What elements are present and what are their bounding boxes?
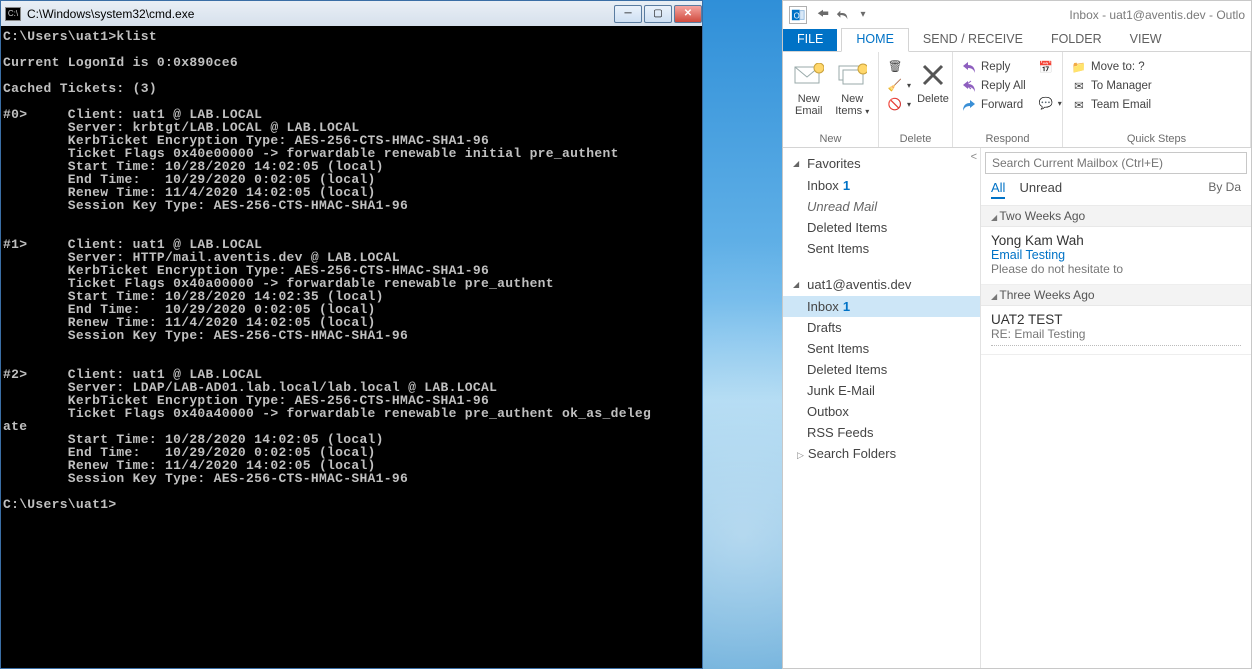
folder-pane: < Favorites Inbox1 Unread Mail Deleted I… (783, 148, 981, 668)
new-items-icon (836, 59, 868, 91)
filter-unread[interactable]: Unread (1019, 180, 1062, 199)
outlook-window-title: Inbox - uat1@aventis.dev - Outlo (873, 8, 1245, 22)
msg-from: Yong Kam Wah (991, 233, 1241, 248)
cmd-output[interactable]: C:\Users\uat1>klist Current LogonId is 0… (1, 26, 702, 515)
more-respond-button[interactable]: 💬▾ (1036, 94, 1064, 112)
nav-sent[interactable]: Sent Items (783, 338, 980, 359)
move-to-button[interactable]: 📁Move to: ? (1069, 58, 1244, 76)
cmd-icon: C:\ (5, 7, 21, 21)
tab-home[interactable]: HOME (841, 28, 909, 52)
msg-subject: Email Testing (991, 248, 1241, 262)
nav-deleted[interactable]: Deleted Items (783, 359, 980, 380)
nav-inbox[interactable]: Inbox1 (783, 296, 980, 317)
filter-row: All Unread By Da (981, 176, 1251, 206)
nav-drafts[interactable]: Drafts (783, 317, 980, 338)
junk-icon: 🚫 (887, 96, 903, 112)
maximize-button[interactable]: ▢ (644, 5, 672, 23)
reply-all-button[interactable]: Reply All (959, 77, 1028, 95)
message-list-pane: All Unread By Da Two Weeks Ago Yong Kam … (981, 148, 1251, 668)
qat-send-receive-icon[interactable] (813, 5, 833, 25)
nav-unread-mail[interactable]: Unread Mail (783, 196, 980, 217)
delete-icon (917, 59, 949, 91)
reply-icon (961, 59, 977, 75)
group-respond-label: Respond (959, 133, 1056, 147)
move-to-icon: 📁 (1071, 59, 1087, 75)
nav-rss[interactable]: RSS Feeds (783, 422, 980, 443)
date-group-two-weeks[interactable]: Two Weeks Ago (981, 206, 1251, 227)
delete-button[interactable]: Delete (917, 55, 949, 105)
reply-all-icon (961, 78, 977, 94)
ignore-button[interactable]: 🗑 (885, 57, 913, 75)
message-item[interactable]: UAT2 TEST RE: Email Testing (981, 306, 1251, 355)
more-icon: 💬 (1038, 95, 1054, 111)
filter-all[interactable]: All (991, 180, 1005, 199)
cmd-titlebar[interactable]: C:\ C:\Windows\system32\cmd.exe ─ ▢ ✕ (1, 1, 702, 26)
outlook-window: O ▾ Inbox - uat1@aventis.dev - Outlo FIL… (782, 0, 1252, 669)
favorites-header[interactable]: Favorites (783, 152, 980, 175)
nav-search-folders[interactable]: Search Folders (783, 443, 980, 464)
cmd-title: C:\Windows\system32\cmd.exe (27, 7, 612, 21)
group-new-label: New (789, 133, 872, 147)
cleanup-icon: 🧹 (887, 77, 903, 93)
date-group-three-weeks[interactable]: Three Weeks Ago (981, 285, 1251, 306)
msg-from: UAT2 TEST (991, 312, 1241, 327)
nav-junk[interactable]: Junk E-Mail (783, 380, 980, 401)
outlook-titlebar[interactable]: O ▾ Inbox - uat1@aventis.dev - Outlo (783, 1, 1251, 28)
qat-customize-icon[interactable]: ▾ (853, 5, 873, 25)
team-email-icon: ✉ (1071, 97, 1087, 113)
ignore-icon: 🗑 (887, 58, 903, 74)
close-button[interactable]: ✕ (674, 5, 702, 23)
desktop-background (703, 0, 782, 669)
forward-button[interactable]: Forward (959, 96, 1028, 114)
ribbon: New Email New Items ▾ New 🗑 🧹▾ 🚫▾ Delete (783, 52, 1251, 148)
ribbon-tabs: FILE HOME SEND / RECEIVE FOLDER VIEW (783, 28, 1251, 52)
svg-text:O: O (794, 11, 800, 20)
tab-file[interactable]: FILE (783, 29, 837, 51)
junk-button[interactable]: 🚫▾ (885, 95, 913, 113)
tab-folder[interactable]: FOLDER (1037, 29, 1116, 51)
group-delete-label: Delete (885, 133, 946, 147)
forward-icon (961, 97, 977, 113)
tab-send-receive[interactable]: SEND / RECEIVE (909, 29, 1037, 51)
group-quick-steps-label: Quick Steps (1069, 133, 1244, 147)
to-manager-icon: ✉ (1071, 78, 1087, 94)
cleanup-button[interactable]: 🧹▾ (885, 76, 913, 94)
team-email-button[interactable]: ✉Team Email (1069, 96, 1244, 114)
msg-preview: Please do not hesitate to (991, 262, 1241, 276)
nav-fav-deleted[interactable]: Deleted Items (783, 217, 980, 238)
message-item[interactable]: Yong Kam Wah Email Testing Please do not… (981, 227, 1251, 285)
nav-outbox[interactable]: Outbox (783, 401, 980, 422)
account-header[interactable]: uat1@aventis.dev (783, 273, 980, 296)
outlook-icon: O (789, 6, 807, 24)
meeting-icon: 📅 (1038, 59, 1054, 75)
search-input[interactable] (985, 152, 1247, 174)
reply-button[interactable]: Reply (959, 58, 1028, 76)
qat-undo-icon[interactable] (833, 5, 853, 25)
nav-fav-inbox[interactable]: Inbox1 (783, 175, 980, 196)
tab-view[interactable]: VIEW (1116, 29, 1176, 51)
new-items-button[interactable]: New Items ▾ (833, 55, 873, 118)
new-email-icon (793, 59, 825, 91)
minimize-button[interactable]: ─ (614, 5, 642, 23)
nav-fav-sent[interactable]: Sent Items (783, 238, 980, 259)
meeting-button[interactable]: 📅 (1036, 58, 1064, 76)
divider (991, 345, 1241, 346)
cmd-window: C:\ C:\Windows\system32\cmd.exe ─ ▢ ✕ C:… (0, 0, 703, 669)
to-manager-button[interactable]: ✉To Manager (1069, 77, 1244, 95)
outlook-main: < Favorites Inbox1 Unread Mail Deleted I… (783, 148, 1251, 668)
msg-subject: RE: Email Testing (991, 327, 1241, 341)
sort-by-date[interactable]: By Da (1208, 180, 1241, 199)
collapse-folder-pane-icon[interactable]: < (971, 151, 977, 163)
new-email-button[interactable]: New Email (789, 55, 829, 117)
